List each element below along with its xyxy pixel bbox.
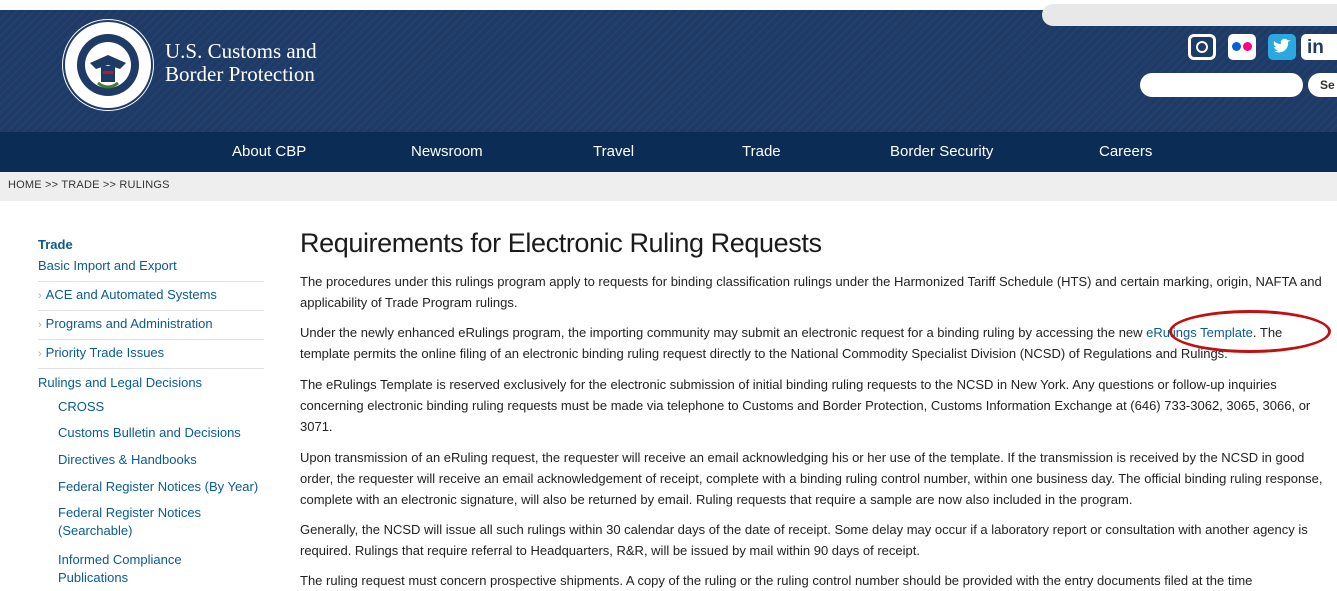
sidebar-divider xyxy=(38,281,264,282)
sidebar-subitem-cross[interactable]: CROSS xyxy=(58,399,104,414)
main-nav: About CBP Newsroom Travel Trade Border S… xyxy=(0,132,1337,172)
chevron-right-icon: › xyxy=(38,348,42,360)
sidebar-subitem-fed-register-year[interactable]: Federal Register Notices (By Year) xyxy=(58,479,258,494)
instagram-icon[interactable] xyxy=(1188,34,1216,60)
sidebar-item-programs[interactable]: › Programs and Administration xyxy=(38,316,213,331)
sidebar-divider xyxy=(38,368,264,369)
nav-newsroom[interactable]: Newsroom xyxy=(411,132,483,172)
sidebar-subitem-customs-bulletin[interactable]: Customs Bulletin and Decisions xyxy=(58,425,241,440)
sidebar-subitem-label: Publications xyxy=(58,570,129,585)
nav-travel[interactable]: Travel xyxy=(593,132,634,172)
paragraph-template-reserved: The eRulings Template is reserved exclus… xyxy=(300,377,1311,434)
sidebar-item-label: Programs and Administration xyxy=(45,316,213,331)
breadcrumb[interactable]: HOME >> TRADE >> RULINGS xyxy=(8,179,170,191)
dhs-seal-logo[interactable] xyxy=(62,19,154,111)
sidebar-subitem-label: (Searchable) xyxy=(58,523,133,538)
agency-name[interactable]: U.S. Customs and Border Protection xyxy=(165,40,317,86)
paragraph-timing: Generally, the NCSD will issue all such … xyxy=(300,522,1308,558)
twitter-icon[interactable] xyxy=(1268,34,1296,60)
sidebar-subitem-label: Informed Compliance xyxy=(58,552,182,567)
sidebar-divider xyxy=(38,339,264,340)
top-utility-bar xyxy=(1042,4,1337,26)
erulings-template-link[interactable]: eRulings Template xyxy=(1146,325,1253,340)
sidebar-subitem-directives[interactable]: Directives & Handbooks xyxy=(58,452,197,467)
sidebar-item-label: ACE and Automated Systems xyxy=(45,287,217,302)
nav-trade[interactable]: Trade xyxy=(742,132,781,172)
chevron-right-icon: › xyxy=(38,319,42,331)
flickr-icon[interactable] xyxy=(1228,34,1256,60)
paragraph-erulings: Under the newly enhanced eRulings progra… xyxy=(300,322,1330,364)
site-header: U.S. Customs and Border Protection in Se xyxy=(0,4,1337,132)
linkedin-icon[interactable]: in xyxy=(1301,34,1337,60)
search-button[interactable]: Se xyxy=(1308,73,1337,97)
sidebar-item-priority-trade[interactable]: › Priority Trade Issues xyxy=(38,345,164,360)
sidebar-subitem-label: Federal Register Notices xyxy=(58,505,202,520)
page-title: Requirements for Electronic Ruling Reque… xyxy=(300,228,822,258)
agency-name-line1: U.S. Customs and xyxy=(165,39,317,63)
paragraph-transmission: Upon transmission of an eRuling request,… xyxy=(300,450,1323,507)
nav-border-security[interactable]: Border Security xyxy=(890,132,993,172)
chevron-right-icon: › xyxy=(38,290,42,302)
sidebar-subitem-informed-compliance[interactable]: Informed Compliance Publications xyxy=(58,552,182,585)
breadcrumb-bar: HOME >> TRADE >> RULINGS xyxy=(0,172,1337,201)
sidebar-title[interactable]: Trade xyxy=(38,237,73,252)
nav-careers[interactable]: Careers xyxy=(1099,132,1152,172)
paragraph-prospective: The ruling request must concern prospect… xyxy=(300,573,1253,588)
sidebar-divider xyxy=(38,310,264,311)
sidebar-item-label: Priority Trade Issues xyxy=(45,345,165,360)
search-input[interactable] xyxy=(1140,73,1303,97)
nav-about-cbp[interactable]: About CBP xyxy=(232,132,306,172)
agency-name-line2: Border Protection xyxy=(165,62,315,86)
paragraph-text: Under the newly enhanced eRulings progra… xyxy=(300,325,1147,340)
sidebar: Trade Basic Import and Export › ACE and A… xyxy=(0,201,270,589)
paragraph-intro: The procedures under this rulings progra… xyxy=(300,274,1322,310)
sidebar-subitem-fed-register-search[interactable]: Federal Register Notices (Searchable) xyxy=(58,505,201,538)
sidebar-item-rulings[interactable]: Rulings and Legal Decisions xyxy=(38,375,202,390)
sidebar-item-basic-import-export[interactable]: Basic Import and Export xyxy=(38,258,177,273)
sidebar-item-ace[interactable]: › ACE and Automated Systems xyxy=(38,287,217,302)
